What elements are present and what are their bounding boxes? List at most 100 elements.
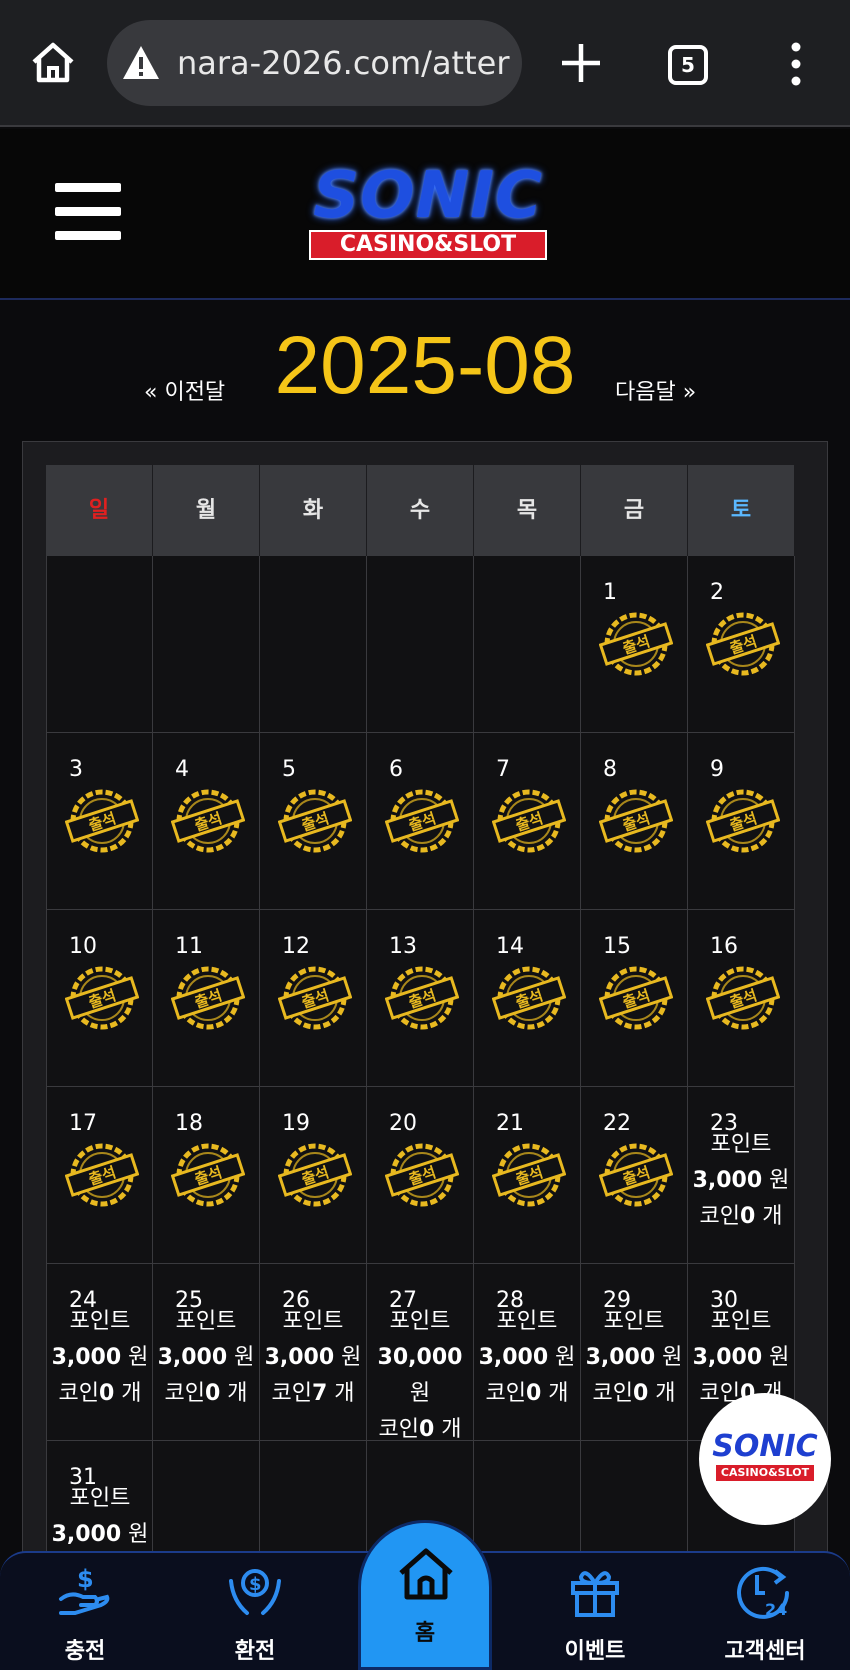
calendar-day-cell[interactable]: 11 출석 [153, 910, 260, 1087]
calendar-day-cell[interactable]: 12 출석 [260, 910, 367, 1087]
day-number: 22 [603, 1111, 631, 1136]
reward-info: 포인트 3,000 원코인0 개 [153, 1304, 259, 1412]
attendance-stamp-icon: 출석 [278, 966, 352, 1030]
nav-withdraw[interactable]: $ 환전 [190, 1553, 320, 1670]
calendar-day-cell [46, 556, 153, 733]
float-logo-main: SONIC [712, 1429, 818, 1464]
coin-amount: 코인0 개 [485, 1381, 569, 1406]
day-number: 3 [69, 757, 83, 782]
calendar-day-cell[interactable]: 26 포인트 3,000 원 코인7 개 [260, 1264, 367, 1441]
point-amount: 3,000 원 [51, 1345, 149, 1370]
nav-home-label: 홈 [414, 1621, 436, 1646]
calendar-day-cell[interactable]: 7 출석 [474, 733, 581, 910]
logo-sub-text: CASINO&SLOT [309, 230, 547, 260]
prev-month-link[interactable]: « 이전달 [144, 374, 225, 406]
calendar-day-cell [367, 556, 474, 733]
nav-home-button[interactable]: 홈 [358, 1520, 492, 1670]
calendar-day-cell[interactable]: 8 출석 [581, 733, 688, 910]
float-logo-sub: CASINO&SLOT [716, 1465, 814, 1481]
calendar-body: 1 출석 2 출석 3 출석 4 출석 5 출석 6 출석 7 출석 8 출석 9 출석 10 출석 11 출석 12 출석 1… [46, 556, 804, 1618]
attendance-stamp-icon: 출석 [65, 1143, 139, 1207]
nav-event-label: 이벤트 [564, 1639, 626, 1664]
warning-icon[interactable] [121, 44, 161, 82]
calendar-day-cell[interactable]: 16 출석 [688, 910, 795, 1087]
calendar-day-cell[interactable]: 27 포인트 30,000 원 코인0 개 [367, 1264, 474, 1442]
calendar-week-row: 24 포인트 3,000 원 코인0 개 25 포인트 3,000 원 코인0 개 26 포인트 3… [46, 1264, 804, 1442]
calendar-day-cell[interactable]: 10 출석 [46, 910, 153, 1087]
site-logo[interactable]: SONIC CASINO&SLOT [288, 161, 568, 271]
calendar-day-cell[interactable]: 2 출석 [688, 556, 795, 733]
point-label: 포인트 [496, 1309, 558, 1334]
coin-amount: 코인0 개 [592, 1381, 676, 1406]
new-tab-icon[interactable] [558, 40, 604, 86]
withdraw-icon: $ [229, 1569, 281, 1615]
day-number: 19 [282, 1111, 310, 1136]
attendance-stamp-icon: 출석 [65, 789, 139, 853]
attendance-stamp-icon: 출석 [706, 612, 780, 676]
calendar-day-cell[interactable]: 28 포인트 3,000 원 코인0 개 [474, 1264, 581, 1441]
calendar-day-cell[interactable]: 22 출석 [581, 1087, 688, 1264]
calendar-day-cell[interactable]: 5 출석 [260, 733, 367, 910]
more-menu-icon[interactable] [784, 40, 808, 88]
gift-icon [571, 1571, 619, 1617]
weekday-thu: 목 [474, 465, 581, 556]
calendar-day-cell[interactable]: 9 출석 [688, 733, 795, 910]
calendar-day-cell [260, 556, 367, 733]
calendar-day-cell[interactable]: 21 출석 [474, 1087, 581, 1264]
page: nara-2026.com/atter 5 SONIC CASINO&SLOT … [0, 0, 850, 1670]
attendance-stamp-icon: 출석 [385, 1143, 459, 1207]
browser-home-icon[interactable] [28, 38, 78, 88]
day-number: 9 [710, 757, 724, 782]
calendar-day-cell[interactable]: 13 출석 [367, 910, 474, 1087]
nav-withdraw-label: 환전 [234, 1639, 276, 1664]
attendance-stamp-icon: 출석 [599, 612, 673, 676]
calendar-day-cell[interactable]: 18 출석 [153, 1087, 260, 1264]
nav-support[interactable]: 24 고객센터 [700, 1553, 830, 1670]
point-label: 포인트 [603, 1309, 665, 1334]
next-month-link[interactable]: 다음달 » [615, 374, 696, 406]
point-label: 포인트 [710, 1309, 772, 1334]
day-number: 17 [69, 1111, 97, 1136]
weekday-wed: 수 [367, 465, 474, 556]
calendar-day-cell[interactable]: 4 출석 [153, 733, 260, 910]
day-number: 10 [69, 934, 97, 959]
point-label: 포인트 [389, 1309, 451, 1334]
calendar-week-row: 10 출석 11 출석 12 출석 13 출석 14 출석 15 출석 16 출석 [46, 910, 804, 1087]
weekday-mon: 월 [153, 465, 260, 556]
reward-info: 포인트 3,000 원코인0 개 [47, 1304, 153, 1412]
calendar-day-cell[interactable]: 14 출석 [474, 910, 581, 1087]
weekday-tue: 화 [260, 465, 367, 556]
support-24h-icon: 24 [737, 1566, 789, 1619]
attendance-stamp-icon: 출석 [278, 789, 352, 853]
attendance-stamp-icon: 출석 [171, 1143, 245, 1207]
calendar-week-row: 17 출석 18 출석 19 출석 20 출석 21 출석 22 출석 23 포인트 3,000 원 코인0 … [46, 1087, 804, 1264]
url-text[interactable]: nara-2026.com/atter [177, 40, 509, 86]
reward-info: 포인트 3,000 원코인0 개 [581, 1304, 687, 1412]
floating-logo-button[interactable]: SONIC CASINO&SLOT [699, 1393, 831, 1525]
nav-deposit[interactable]: $ 충전 [20, 1553, 150, 1670]
calendar-day-cell[interactable]: 23 포인트 3,000 원 코인0 개 [688, 1087, 795, 1264]
calendar-day-cell[interactable]: 29 포인트 3,000 원 코인0 개 [581, 1264, 688, 1441]
calendar-day-cell[interactable]: 6 출석 [367, 733, 474, 910]
svg-text:$: $ [77, 1565, 94, 1593]
day-number: 8 [603, 757, 617, 782]
tab-count-button[interactable]: 5 [668, 45, 708, 85]
calendar-day-cell[interactable]: 1 출석 [581, 556, 688, 733]
nav-event[interactable]: 이벤트 [530, 1553, 660, 1670]
address-bar[interactable]: nara-2026.com/atter [107, 20, 522, 106]
hamburger-menu-icon[interactable] [55, 183, 121, 243]
attendance-stamp-icon: 출석 [599, 1143, 673, 1207]
calendar-week-row: 1 출석 2 출석 [46, 556, 804, 733]
calendar-day-cell[interactable]: 3 출석 [46, 733, 153, 910]
point-amount: 3,000 원 [692, 1168, 790, 1193]
point-label: 포인트 [69, 1309, 131, 1334]
point-label: 포인트 [710, 1132, 772, 1157]
day-number: 11 [175, 934, 203, 959]
calendar-day-cell[interactable]: 15 출석 [581, 910, 688, 1087]
calendar-day-cell[interactable]: 20 출석 [367, 1087, 474, 1264]
calendar-day-cell[interactable]: 17 출석 [46, 1087, 153, 1264]
calendar-day-cell[interactable]: 25 포인트 3,000 원 코인0 개 [153, 1264, 260, 1441]
calendar-grid: 일 월 화 수 목 금 토 1 출석 2 출석 3 출석 4 출석 5 출석 6 출석 7 출석 8 출석 9 출… [46, 465, 804, 1618]
calendar-day-cell[interactable]: 19 출석 [260, 1087, 367, 1264]
calendar-day-cell[interactable]: 24 포인트 3,000 원 코인0 개 [46, 1264, 153, 1441]
